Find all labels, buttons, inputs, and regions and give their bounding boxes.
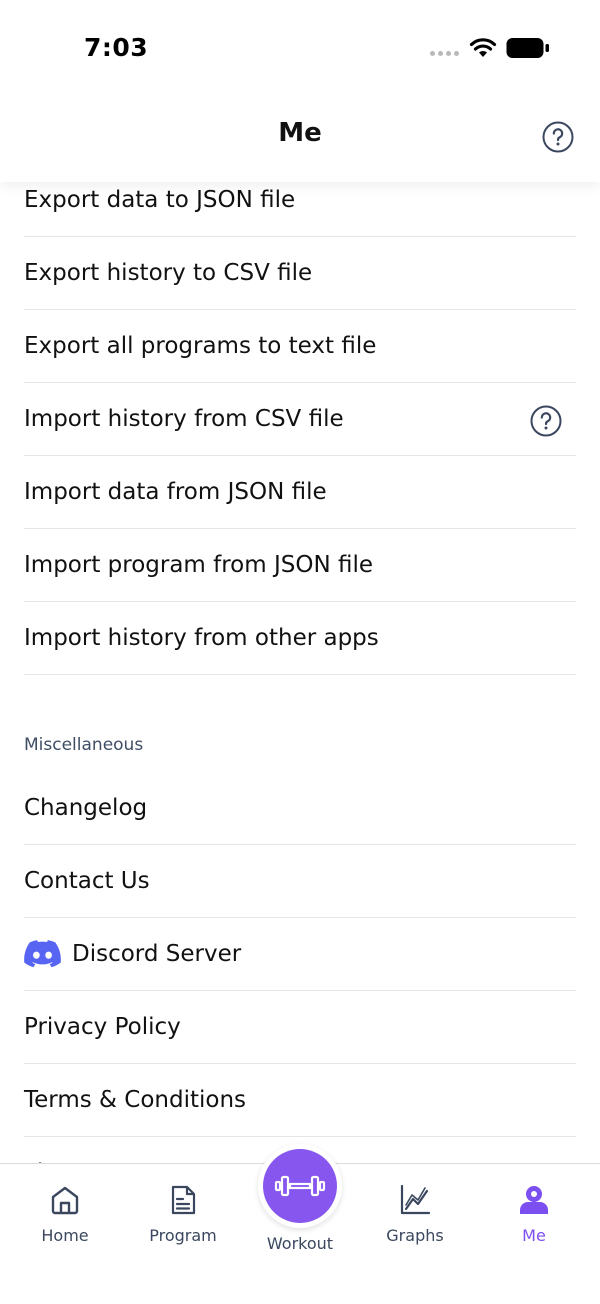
status-time: 7:03 [84, 33, 149, 62]
import-other-apps-row[interactable]: Import history from other apps [24, 602, 576, 675]
discord-server-row[interactable]: Discord Server [24, 918, 576, 991]
app-header: Me [0, 96, 600, 182]
row-label: Export history to CSV file [24, 260, 313, 286]
nav-label: Home [41, 1226, 89, 1245]
row-label: Import program from JSON file [24, 552, 373, 578]
nav-label: Me [522, 1226, 546, 1245]
row-label: Contact Us [24, 868, 150, 894]
nav-label: Graphs [386, 1226, 444, 1245]
home-icon [51, 1186, 79, 1215]
contact-us-row[interactable]: Contact Us [24, 845, 576, 918]
battery-icon [506, 38, 549, 58]
nav-graphs[interactable]: Graphs [356, 1164, 474, 1274]
row-label: Import history from CSV file [24, 406, 344, 432]
row-label: Import data from JSON file [24, 479, 327, 505]
status-bar: 7:03 [0, 0, 600, 96]
user-icon [520, 1186, 548, 1214]
row-label: Changelog [24, 795, 148, 821]
row-label: Import history from other apps [24, 625, 379, 651]
import-json-row[interactable]: Import data from JSON file [24, 456, 576, 529]
section-title-miscellaneous: Miscellaneous [24, 735, 144, 755]
discord-icon [24, 940, 61, 968]
help-icon[interactable] [542, 121, 574, 153]
nav-me[interactable]: Me [475, 1164, 593, 1274]
signal-icon [430, 51, 459, 56]
chart-line-icon [400, 1184, 431, 1215]
row-label: Terms & Conditions [24, 1087, 247, 1113]
row-label: Export all programs to text file [24, 333, 377, 359]
export-csv-row[interactable]: Export history to CSV file [24, 237, 576, 310]
document-icon [171, 1185, 196, 1215]
workout-label: Workout [266, 1234, 334, 1253]
help-icon[interactable] [530, 405, 562, 437]
import-csv-row[interactable]: Import history from CSV file [24, 383, 576, 456]
dumbbell-icon [274, 1175, 326, 1197]
wifi-icon [469, 38, 497, 57]
settings-list[interactable]: Export data to JSON file Export history … [24, 164, 576, 1210]
row-label: Privacy Policy [24, 1014, 181, 1040]
screen: 7:03 Me Export data to JSON file Export … [0, 0, 600, 1304]
nav-label: Program [149, 1226, 217, 1245]
row-label: Export data to JSON file [24, 187, 296, 213]
page-title: Me [278, 118, 322, 148]
terms-conditions-row[interactable]: Terms & Conditions [24, 1064, 576, 1137]
changelog-row[interactable]: Changelog [24, 772, 576, 845]
workout-button[interactable] [258, 1144, 342, 1228]
export-programs-row[interactable]: Export all programs to text file [24, 310, 576, 383]
workout-button-circle [263, 1149, 337, 1223]
privacy-policy-row[interactable]: Privacy Policy [24, 991, 576, 1064]
row-label: Discord Server [72, 941, 242, 967]
import-program-row[interactable]: Import program from JSON file [24, 529, 576, 602]
nav-home[interactable]: Home [6, 1164, 124, 1274]
nav-program[interactable]: Program [124, 1164, 242, 1274]
